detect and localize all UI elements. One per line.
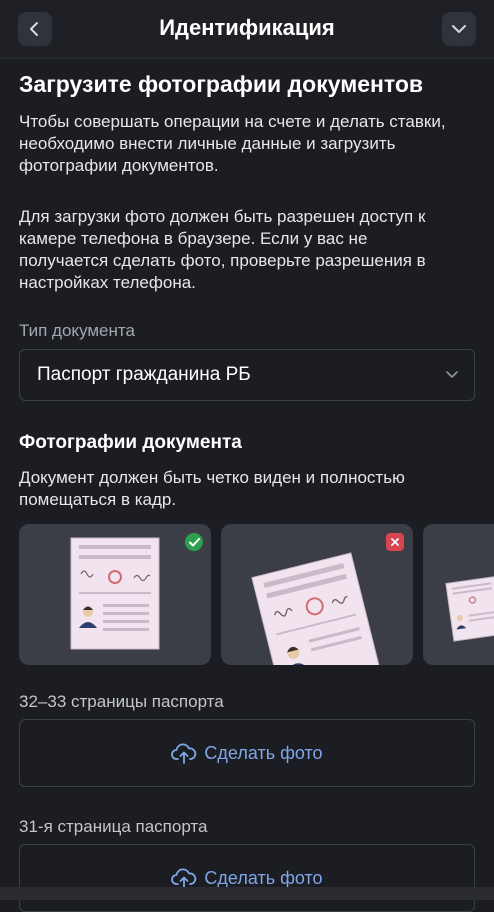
- upload-label-2: 31-я страница паспорта: [19, 817, 208, 836]
- hint-line: помещаться в кадр.: [19, 490, 177, 509]
- collapse-button[interactable]: [442, 12, 476, 46]
- check-icon: [185, 533, 203, 551]
- doc-type-select[interactable]: Паспорт гражданина РБ: [19, 349, 475, 401]
- intro-line: необходимо внести личные данные и загруз…: [19, 134, 396, 153]
- photos-title: Фотографии документа: [19, 432, 242, 453]
- hint-line: Документ должен быть четко виден и полно…: [19, 468, 405, 487]
- doc-type-label: Тип документа: [19, 321, 135, 340]
- photo-examples: [19, 524, 494, 666]
- camera-line: настройках телефона.: [19, 273, 196, 292]
- example-wrong-card: [221, 524, 413, 665]
- upload-label-1: 32–33 страницы паспорта: [19, 692, 224, 711]
- take-photo-label: Сделать фото: [204, 867, 323, 888]
- chevron-left-icon: [30, 22, 38, 36]
- take-photo-button[interactable]: Сделать фото: [19, 844, 475, 912]
- camera-text: Для загрузки фото должен быть разрешен д…: [19, 206, 475, 294]
- intro-line: фотографии документов.: [19, 156, 219, 175]
- camera-line: получается сделать фото, проверьте разре…: [19, 251, 426, 270]
- cross-icon: [386, 533, 404, 551]
- bottom-bar: [0, 887, 494, 900]
- header-bar: Идентификация: [0, 0, 494, 59]
- take-photo-button[interactable]: Сделать фото: [19, 719, 475, 787]
- section-heading: Загрузите фотографии документов: [19, 71, 424, 97]
- photos-hint: Документ должен быть четко виден и полно…: [19, 467, 475, 511]
- back-button[interactable]: [18, 12, 52, 46]
- cloud-upload-icon: [171, 743, 197, 764]
- example-partial-card: [423, 524, 494, 665]
- tilted-passport-illustration: [251, 552, 383, 665]
- doc-type-value: Паспорт гражданина РБ: [37, 364, 251, 385]
- take-photo-label: Сделать фото: [204, 742, 323, 763]
- example-correct-card: [19, 524, 211, 665]
- small-passport-illustration: [445, 576, 494, 642]
- camera-line: камере телефона в браузере. Если у вас н…: [19, 229, 368, 248]
- cloud-upload-icon: [171, 868, 197, 889]
- passport-illustration: [70, 537, 160, 650]
- chevron-down-icon: [446, 371, 458, 378]
- page-title: Идентификация: [159, 15, 335, 40]
- chevron-down-icon: [452, 25, 466, 33]
- intro-text: Чтобы совершать операции на счете и дела…: [19, 111, 475, 177]
- camera-line: Для загрузки фото должен быть разрешен д…: [19, 207, 426, 226]
- intro-line: Чтобы совершать операции на счете и дела…: [19, 112, 446, 131]
